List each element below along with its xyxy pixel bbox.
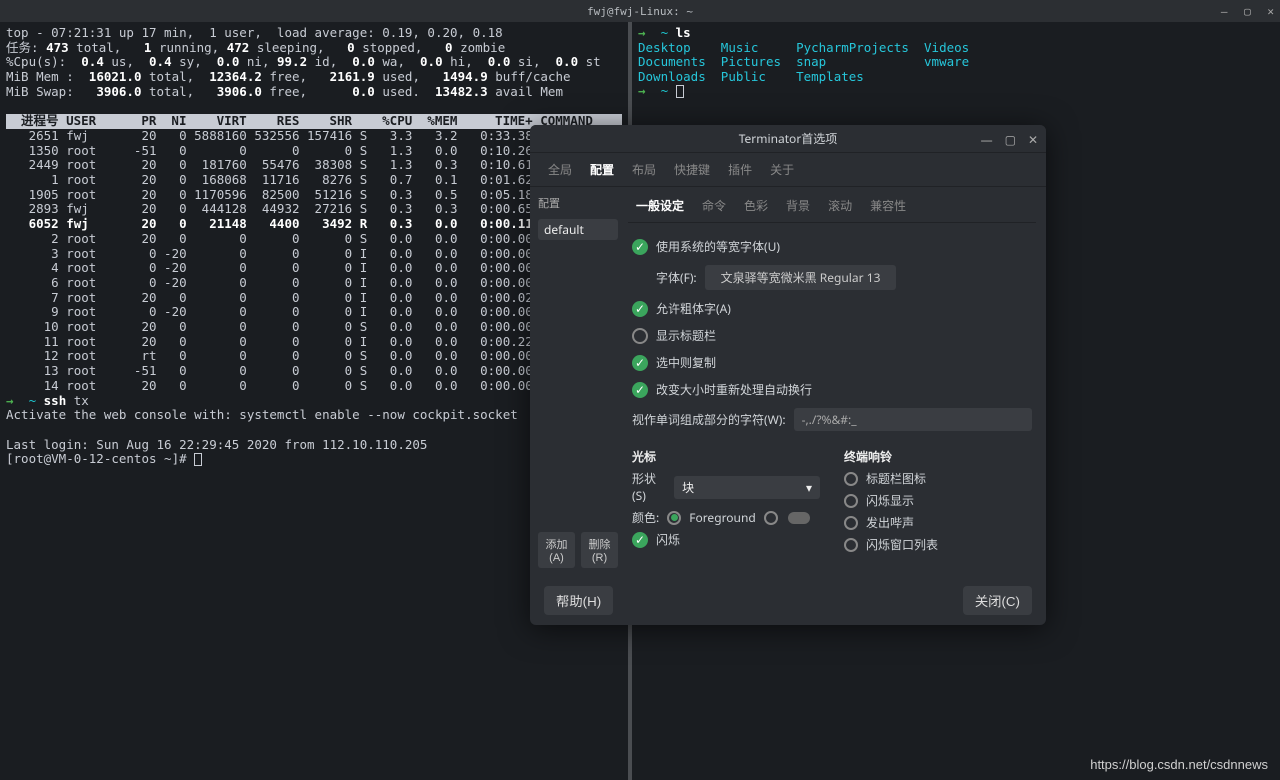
- dialog-close-button[interactable]: ✕: [1028, 131, 1038, 148]
- bell-flash-radio[interactable]: [844, 494, 858, 508]
- delete-profile-button[interactable]: 删除(R): [581, 532, 618, 568]
- tab-layout[interactable]: 布局: [632, 161, 656, 178]
- copy-on-select-checkbox[interactable]: ✓: [632, 355, 648, 371]
- subtab-background[interactable]: 背景: [786, 197, 810, 214]
- prompt-arrow-icon: →: [6, 393, 14, 408]
- cursor-icon: [676, 85, 684, 98]
- profile-sidebar: 配置 default 添加(A) 删除(R): [530, 187, 626, 576]
- sidebar-heading: 配置: [538, 195, 618, 211]
- cursor-shape-select[interactable]: 块▾: [674, 476, 820, 499]
- help-button[interactable]: 帮助(H): [544, 586, 613, 615]
- window-title: fwj@fwj-Linux: ~: [0, 5, 1280, 18]
- maximize-button[interactable]: ▢: [1244, 5, 1251, 18]
- dialog-title: Terminator首选项: [739, 130, 838, 147]
- window-controls: — ▢ ✕: [1211, 5, 1274, 18]
- subtab-general[interactable]: 一般设定: [636, 197, 684, 214]
- subtab-command[interactable]: 命令: [702, 197, 726, 214]
- subtab-scroll[interactable]: 滚动: [828, 197, 852, 214]
- bell-titlebar-radio[interactable]: [844, 472, 858, 486]
- close-dialog-button[interactable]: 关闭(C): [963, 586, 1032, 615]
- tab-plugins[interactable]: 插件: [728, 161, 752, 178]
- dialog-titlebar: Terminator首选项 — ▢ ✕: [530, 125, 1046, 153]
- use-system-font-checkbox[interactable]: ✓: [632, 239, 648, 255]
- font-picker-button[interactable]: 文泉驿等宽微米黑 Regular 13: [705, 265, 897, 290]
- preferences-dialog: Terminator首选项 — ▢ ✕ 全局 配置 布局 快捷键 插件 关于 配…: [530, 125, 1046, 625]
- bell-beep-radio[interactable]: [844, 516, 858, 530]
- subtab-compat[interactable]: 兼容性: [870, 197, 906, 214]
- cursor-section-heading: 光标: [632, 448, 820, 465]
- dialog-tabs: 全局 配置 布局 快捷键 插件 关于: [530, 153, 1046, 187]
- add-profile-button[interactable]: 添加(A): [538, 532, 575, 568]
- tab-about[interactable]: 关于: [770, 161, 794, 178]
- tab-global[interactable]: 全局: [548, 161, 572, 178]
- close-button[interactable]: ✕: [1267, 5, 1274, 18]
- allow-bold-checkbox[interactable]: ✓: [632, 301, 648, 317]
- word-chars-input[interactable]: -,./?%&#:_: [794, 408, 1032, 431]
- profile-item-default[interactable]: default: [538, 219, 618, 240]
- subtab-color[interactable]: 色彩: [744, 197, 768, 214]
- show-titlebar-checkbox[interactable]: [632, 328, 648, 344]
- top-row-highlighted: 6052 fwj 20 0 21148 4400 3492 R 0.3 0.0 …: [6, 216, 563, 231]
- dialog-maximize-button[interactable]: ▢: [1005, 131, 1016, 148]
- chevron-down-icon: ▾: [806, 479, 812, 496]
- cursor-color-fg-radio[interactable]: [667, 511, 681, 525]
- tab-shortcuts[interactable]: 快捷键: [674, 161, 710, 178]
- profile-subtabs: 一般设定 命令 色彩 背景 滚动 兼容性: [628, 193, 1036, 223]
- cursor-color-custom-radio[interactable]: [764, 511, 778, 525]
- bell-section-heading: 终端响铃: [844, 448, 1032, 465]
- minimize-button[interactable]: —: [1221, 5, 1228, 18]
- tab-profiles[interactable]: 配置: [590, 161, 614, 178]
- cursor-icon: [194, 453, 202, 466]
- dialog-minimize-button[interactable]: —: [981, 131, 993, 148]
- cursor-color-swatch[interactable]: [788, 512, 810, 524]
- top-table-header: 进程号 USER PR NI VIRT RES SHR %CPU %MEM TI…: [6, 114, 622, 129]
- window-titlebar: fwj@fwj-Linux: ~ — ▢ ✕: [0, 0, 1280, 22]
- prompt-arrow-icon: →: [638, 25, 646, 40]
- bell-window-list-radio[interactable]: [844, 538, 858, 552]
- cursor-blink-checkbox[interactable]: ✓: [632, 532, 648, 548]
- watermark-text: https://blog.csdn.net/csdnnews: [1090, 757, 1268, 772]
- rewrap-on-resize-checkbox[interactable]: ✓: [632, 382, 648, 398]
